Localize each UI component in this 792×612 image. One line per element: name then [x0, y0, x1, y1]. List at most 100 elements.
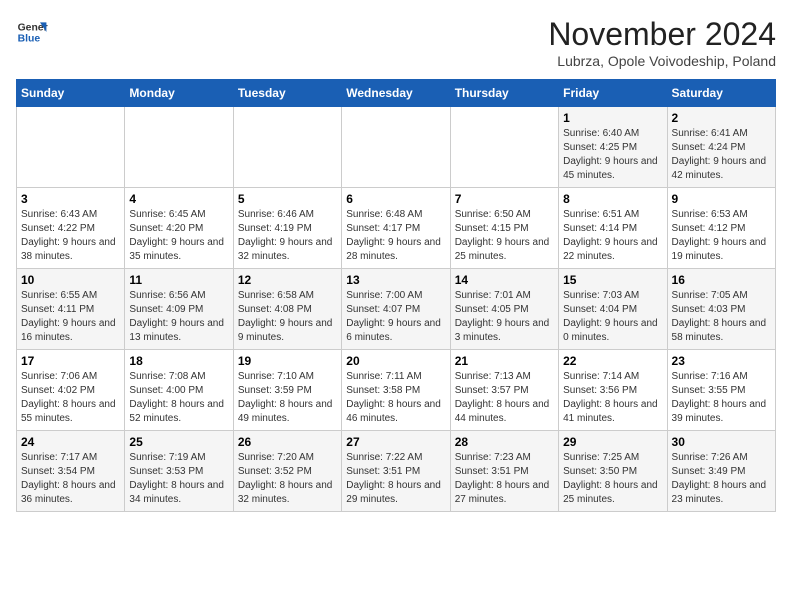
location-subtitle: Lubrza, Opole Voivodeship, Poland	[548, 53, 776, 69]
day-info: Sunrise: 6:53 AM Sunset: 4:12 PM Dayligh…	[672, 208, 771, 264]
day-number: 19	[238, 354, 337, 368]
logo-icon: General Blue	[16, 16, 48, 48]
header-sunday: Sunday	[17, 80, 125, 107]
day-number: 21	[455, 354, 554, 368]
logo: General Blue	[16, 16, 48, 48]
calendar-cell	[17, 107, 125, 188]
day-number: 20	[346, 354, 445, 368]
calendar-cell: 30 Sunrise: 7:26 AM Sunset: 3:49 PM Dayli…	[667, 431, 775, 512]
day-number: 6	[346, 192, 445, 206]
day-info: Sunrise: 7:17 AM Sunset: 3:54 PM Dayligh…	[21, 451, 120, 507]
day-number: 13	[346, 273, 445, 287]
weekday-header-row: Sunday Monday Tuesday Wednesday Thursday…	[17, 80, 776, 107]
day-number: 9	[672, 192, 771, 206]
header-friday: Friday	[559, 80, 667, 107]
day-number: 8	[563, 192, 662, 206]
day-number: 25	[129, 435, 228, 449]
svg-text:Blue: Blue	[18, 34, 41, 45]
header-saturday: Saturday	[667, 80, 775, 107]
day-number: 14	[455, 273, 554, 287]
header-tuesday: Tuesday	[233, 80, 341, 107]
calendar-cell: 8 Sunrise: 6:51 AM Sunset: 4:14 PM Daylig…	[559, 188, 667, 269]
calendar-cell: 7 Sunrise: 6:50 AM Sunset: 4:15 PM Daylig…	[450, 188, 558, 269]
day-number: 1	[563, 111, 662, 125]
day-number: 5	[238, 192, 337, 206]
day-info: Sunrise: 7:00 AM Sunset: 4:07 PM Dayligh…	[346, 289, 445, 345]
calendar-cell: 1 Sunrise: 6:40 AM Sunset: 4:25 PM Daylig…	[559, 107, 667, 188]
calendar-week-row-4: 17Sunrise: 7:06 AM Sunset: 4:02 PM Dayli…	[17, 350, 776, 431]
day-info: Sunrise: 6:40 AM Sunset: 4:25 PM Dayligh…	[563, 127, 662, 183]
day-number: 4	[129, 192, 228, 206]
header: General Blue November 2024 Lubrza, Opole…	[16, 16, 776, 69]
calendar-cell: 21 Sunrise: 7:13 AM Sunset: 3:57 PM Dayli…	[450, 350, 558, 431]
calendar-cell: 28 Sunrise: 7:23 AM Sunset: 3:51 PM Dayli…	[450, 431, 558, 512]
day-number: 16	[672, 273, 771, 287]
day-info: Sunrise: 7:22 AM Sunset: 3:51 PM Dayligh…	[346, 451, 445, 507]
day-info: Sunrise: 6:41 AM Sunset: 4:24 PM Dayligh…	[672, 127, 771, 183]
day-info: Sunrise: 7:10 AM Sunset: 3:59 PM Dayligh…	[238, 370, 337, 426]
calendar-cell: 29 Sunrise: 7:25 AM Sunset: 3:50 PM Dayli…	[559, 431, 667, 512]
day-number: 12	[238, 273, 337, 287]
calendar-cell: 16 Sunrise: 7:05 AM Sunset: 4:03 PM Dayli…	[667, 269, 775, 350]
day-number: 29	[563, 435, 662, 449]
calendar-cell: 18Sunrise: 7:08 AM Sunset: 4:00 PM Dayli…	[125, 350, 233, 431]
calendar-cell: 17Sunrise: 7:06 AM Sunset: 4:02 PM Dayli…	[17, 350, 125, 431]
calendar-cell: 14 Sunrise: 7:01 AM Sunset: 4:05 PM Dayli…	[450, 269, 558, 350]
day-number: 11	[129, 273, 228, 287]
calendar-cell	[233, 107, 341, 188]
title-area: November 2024 Lubrza, Opole Voivodeship,…	[548, 16, 776, 69]
day-info: Sunrise: 6:56 AM Sunset: 4:09 PM Dayligh…	[129, 289, 228, 345]
day-number: 27	[346, 435, 445, 449]
calendar-week-row-5: 24 Sunrise: 7:17 AM Sunset: 3:54 PM Dayli…	[17, 431, 776, 512]
day-info: Sunrise: 7:05 AM Sunset: 4:03 PM Dayligh…	[672, 289, 771, 345]
day-info: Sunrise: 7:03 AM Sunset: 4:04 PM Dayligh…	[563, 289, 662, 345]
day-info: Sunrise: 6:55 AM Sunset: 4:11 PM Dayligh…	[21, 289, 120, 345]
calendar-cell	[342, 107, 450, 188]
day-info: Sunrise: 6:45 AM Sunset: 4:20 PM Dayligh…	[129, 208, 228, 264]
day-info: Sunrise: 6:43 AM Sunset: 4:22 PM Dayligh…	[21, 208, 120, 264]
calendar-week-row-3: 10 Sunrise: 6:55 AM Sunset: 4:11 PM Dayli…	[17, 269, 776, 350]
day-number: 24	[21, 435, 120, 449]
calendar-cell: 22Sunrise: 7:14 AM Sunset: 3:56 PM Dayli…	[559, 350, 667, 431]
day-number: 30	[672, 435, 771, 449]
calendar-cell: 4 Sunrise: 6:45 AM Sunset: 4:20 PM Daylig…	[125, 188, 233, 269]
calendar-cell: 27 Sunrise: 7:22 AM Sunset: 3:51 PM Dayli…	[342, 431, 450, 512]
day-number: 3	[21, 192, 120, 206]
day-info: Sunrise: 7:13 AM Sunset: 3:57 PM Dayligh…	[455, 370, 554, 426]
calendar-cell: 23Sunrise: 7:16 AM Sunset: 3:55 PM Dayli…	[667, 350, 775, 431]
day-info: Sunrise: 7:06 AM Sunset: 4:02 PM Dayligh…	[21, 370, 120, 426]
day-info: Sunrise: 7:14 AM Sunset: 3:56 PM Dayligh…	[563, 370, 662, 426]
calendar-cell: 24 Sunrise: 7:17 AM Sunset: 3:54 PM Dayli…	[17, 431, 125, 512]
day-info: Sunrise: 6:58 AM Sunset: 4:08 PM Dayligh…	[238, 289, 337, 345]
calendar-cell: 26 Sunrise: 7:20 AM Sunset: 3:52 PM Dayli…	[233, 431, 341, 512]
calendar-cell: 20 Sunrise: 7:11 AM Sunset: 3:58 PM Dayli…	[342, 350, 450, 431]
day-number: 10	[21, 273, 120, 287]
day-info: Sunrise: 7:08 AM Sunset: 4:00 PM Dayligh…	[129, 370, 228, 426]
calendar-cell	[125, 107, 233, 188]
header-wednesday: Wednesday	[342, 80, 450, 107]
day-info: Sunrise: 7:26 AM Sunset: 3:49 PM Dayligh…	[672, 451, 771, 507]
calendar-cell: 13 Sunrise: 7:00 AM Sunset: 4:07 PM Dayli…	[342, 269, 450, 350]
calendar-cell: 5 Sunrise: 6:46 AM Sunset: 4:19 PM Daylig…	[233, 188, 341, 269]
day-info: Sunrise: 7:16 AM Sunset: 3:55 PM Dayligh…	[672, 370, 771, 426]
day-number: 28	[455, 435, 554, 449]
day-info: Sunrise: 7:20 AM Sunset: 3:52 PM Dayligh…	[238, 451, 337, 507]
calendar-cell: 2 Sunrise: 6:41 AM Sunset: 4:24 PM Daylig…	[667, 107, 775, 188]
day-info: Sunrise: 6:50 AM Sunset: 4:15 PM Dayligh…	[455, 208, 554, 264]
day-info: Sunrise: 7:25 AM Sunset: 3:50 PM Dayligh…	[563, 451, 662, 507]
day-info: Sunrise: 6:46 AM Sunset: 4:19 PM Dayligh…	[238, 208, 337, 264]
day-number: 2	[672, 111, 771, 125]
header-monday: Monday	[125, 80, 233, 107]
calendar-cell: 12 Sunrise: 6:58 AM Sunset: 4:08 PM Dayli…	[233, 269, 341, 350]
day-info: Sunrise: 7:23 AM Sunset: 3:51 PM Dayligh…	[455, 451, 554, 507]
day-number: 7	[455, 192, 554, 206]
calendar-cell: 25Sunrise: 7:19 AM Sunset: 3:53 PM Dayli…	[125, 431, 233, 512]
day-info: Sunrise: 7:01 AM Sunset: 4:05 PM Dayligh…	[455, 289, 554, 345]
calendar-week-row-1: 1 Sunrise: 6:40 AM Sunset: 4:25 PM Daylig…	[17, 107, 776, 188]
day-info: Sunrise: 7:11 AM Sunset: 3:58 PM Dayligh…	[346, 370, 445, 426]
day-number: 26	[238, 435, 337, 449]
calendar-cell: 3 Sunrise: 6:43 AM Sunset: 4:22 PM Daylig…	[17, 188, 125, 269]
calendar-cell: 10 Sunrise: 6:55 AM Sunset: 4:11 PM Dayli…	[17, 269, 125, 350]
day-info: Sunrise: 6:51 AM Sunset: 4:14 PM Dayligh…	[563, 208, 662, 264]
calendar-cell: 11 Sunrise: 6:56 AM Sunset: 4:09 PM Dayli…	[125, 269, 233, 350]
